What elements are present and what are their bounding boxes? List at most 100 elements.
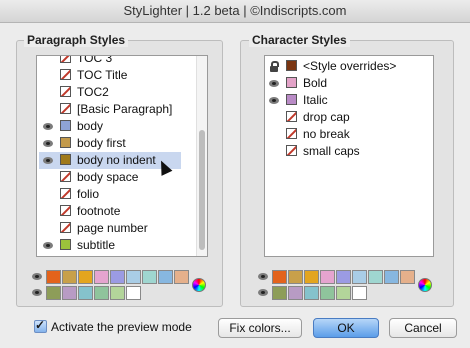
palette-swatch[interactable] (126, 286, 141, 300)
visibility-eye-icon[interactable] (43, 140, 53, 147)
list-item[interactable]: footnote (39, 203, 181, 220)
palette-swatch[interactable] (384, 270, 399, 284)
palette-swatch[interactable] (336, 286, 351, 300)
visibility-eye-icon[interactable] (43, 123, 53, 130)
style-name-label: TOC2 (77, 85, 109, 99)
no-color-swatch-icon[interactable] (60, 205, 71, 216)
style-name-label: folio (77, 187, 100, 201)
palette-swatch[interactable] (62, 286, 77, 300)
list-item[interactable]: drop cap (265, 109, 431, 126)
list-item[interactable]: body (39, 118, 181, 135)
color-swatch[interactable] (286, 60, 297, 71)
list-item[interactable]: <Style overrides> (265, 58, 431, 75)
palette-swatch[interactable] (78, 286, 93, 300)
no-color-swatch-icon[interactable] (60, 86, 71, 97)
list-item[interactable]: TOC 3 (39, 56, 181, 67)
palette-swatch[interactable] (94, 270, 109, 284)
palette-swatch[interactable] (336, 270, 351, 284)
style-name-label: [Basic Paragraph] (77, 102, 173, 116)
no-color-swatch-icon[interactable] (60, 171, 71, 182)
color-swatch[interactable] (60, 239, 71, 250)
palette-swatch[interactable] (94, 286, 109, 300)
color-swatch[interactable] (286, 77, 297, 88)
palette-swatch[interactable] (46, 286, 61, 300)
list-item[interactable]: small caps (265, 143, 431, 160)
style-name-label: subtitle (77, 238, 116, 252)
color-swatch[interactable] (60, 120, 71, 131)
palette-swatch[interactable] (368, 270, 383, 284)
style-name-label: no break (303, 127, 350, 141)
style-name-label: body no indent (77, 153, 156, 167)
paragraph-list-scroll-thumb[interactable] (199, 130, 205, 250)
eye-crossed-icon (258, 289, 268, 296)
color-swatch[interactable] (60, 137, 71, 148)
list-item[interactable]: no break (265, 126, 431, 143)
color-wheel-icon[interactable] (192, 278, 206, 292)
character-styles-title: Character Styles (249, 33, 350, 47)
cancel-button[interactable]: Cancel (389, 318, 457, 338)
palette-swatch[interactable] (320, 270, 335, 284)
style-name-label: TOC Title (77, 68, 128, 82)
list-item[interactable]: Bold (265, 75, 431, 92)
palette-swatch[interactable] (288, 270, 303, 284)
palette-swatch[interactable] (174, 270, 189, 284)
list-item[interactable]: TOC2 (39, 84, 181, 101)
no-color-swatch-icon[interactable] (60, 103, 71, 114)
palette-swatch[interactable] (304, 286, 319, 300)
palette-swatch[interactable] (272, 286, 287, 300)
no-color-swatch-icon[interactable] (60, 56, 71, 63)
visibility-eye-icon[interactable] (43, 242, 53, 249)
list-item[interactable]: subtitle (39, 237, 181, 254)
palette-swatch[interactable] (110, 286, 125, 300)
visibility-eye-icon[interactable] (43, 157, 53, 164)
color-swatch[interactable] (286, 94, 297, 105)
no-color-swatch-icon[interactable] (286, 145, 297, 156)
list-item[interactable]: page number (39, 220, 181, 237)
style-name-label: drop cap (303, 110, 350, 124)
style-name-label: page number (77, 221, 148, 235)
style-name-label: body first (77, 136, 126, 150)
list-item[interactable]: [Basic Paragraph] (39, 101, 181, 118)
palette-swatch[interactable] (46, 270, 61, 284)
character-styles-list[interactable]: <Style overrides> Bold Italic drop cap no br… (264, 55, 434, 257)
list-item[interactable]: TOC Title (39, 67, 181, 84)
lock-body (270, 66, 278, 72)
no-color-swatch-icon[interactable] (60, 188, 71, 199)
palette-swatch[interactable] (110, 270, 125, 284)
style-name-label: small caps (303, 144, 360, 158)
palette-swatch[interactable] (352, 286, 367, 300)
paragraph-styles-list[interactable]: TOC 3 TOC Title TOC2 [Basic Paragraph] body b… (36, 55, 208, 257)
no-color-swatch-icon[interactable] (286, 111, 297, 122)
palette-swatch[interactable] (158, 270, 173, 284)
palette-swatch[interactable] (288, 286, 303, 300)
style-name-label: Bold (303, 76, 328, 90)
style-name-label: body (77, 119, 104, 133)
palette-swatch[interactable] (304, 270, 319, 284)
style-name-label: footnote (77, 204, 121, 218)
paragraph-list-scrollbar[interactable] (196, 56, 207, 256)
color-wheel-icon[interactable] (418, 278, 432, 292)
palette-swatch[interactable] (126, 270, 141, 284)
palette-swatch[interactable] (400, 270, 415, 284)
ok-button[interactable]: OK (313, 318, 379, 338)
list-item[interactable]: Italic (265, 92, 431, 109)
palette-swatch[interactable] (142, 270, 157, 284)
no-color-swatch-icon[interactable] (286, 128, 297, 139)
visibility-eye-icon[interactable] (269, 97, 279, 104)
list-item[interactable]: body first (39, 135, 181, 152)
paragraph-styles-title: Paragraph Styles (24, 33, 129, 47)
palette-swatch[interactable] (272, 270, 287, 284)
palette-swatch[interactable] (352, 270, 367, 284)
list-item[interactable]: folio (39, 186, 181, 203)
preview-mode-label[interactable]: Activate the preview mode (51, 320, 192, 334)
visibility-eye-icon[interactable] (269, 80, 279, 87)
no-color-swatch-icon[interactable] (60, 69, 71, 80)
stylighter-dialog: StyLighter | 1.2 beta | ©Indiscripts.com… (0, 0, 470, 348)
color-swatch[interactable] (60, 154, 71, 165)
preview-mode-checkbox[interactable]: ✓ (34, 318, 47, 333)
palette-swatch[interactable] (62, 270, 77, 284)
palette-swatch[interactable] (78, 270, 93, 284)
no-color-swatch-icon[interactable] (60, 222, 71, 233)
palette-swatch[interactable] (320, 286, 335, 300)
fix-colors-button[interactable]: Fix colors... (218, 318, 302, 338)
